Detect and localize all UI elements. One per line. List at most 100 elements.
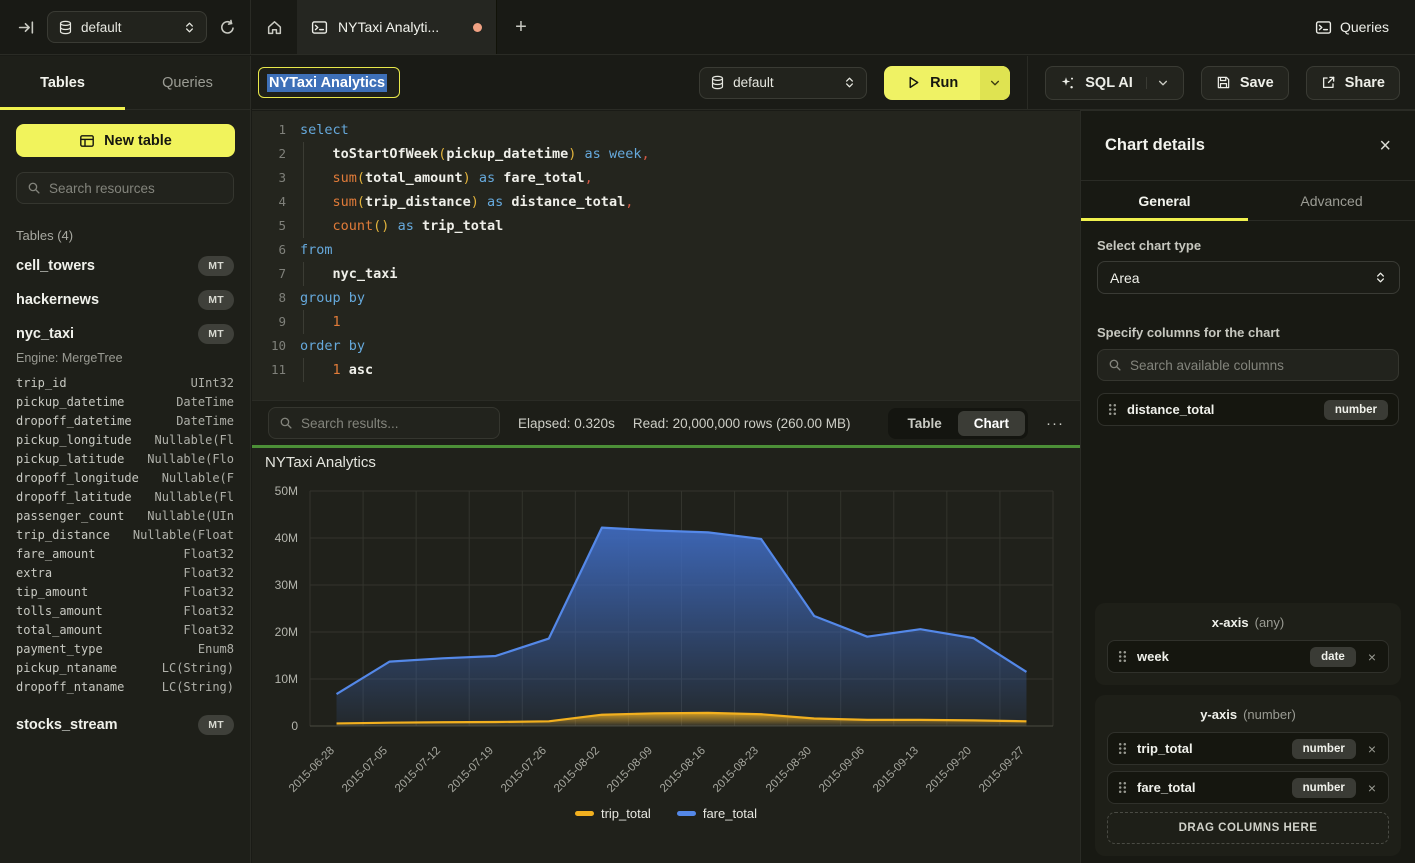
tab-nytaxi-analytics[interactable]: NYTaxi Analyti... <box>297 0 497 54</box>
queries-button[interactable]: Queries <box>1315 19 1389 36</box>
resources-search-input[interactable] <box>49 181 223 196</box>
columns-search-input[interactable] <box>1130 358 1388 373</box>
more-options-button[interactable]: ··· <box>1046 415 1064 432</box>
table-list-item[interactable]: stocks_streamMT <box>0 708 250 742</box>
drag-handle-icon[interactable] <box>1108 403 1117 416</box>
chevron-up-down-icon <box>843 76 856 89</box>
chevron-down-icon <box>989 77 1001 89</box>
legend-label: fare_total <box>703 806 757 821</box>
home-button[interactable] <box>251 0 297 54</box>
y-axis-card: y-axis(number) trip_totalnumber×fare_tot… <box>1095 695 1401 856</box>
line-number: 2 <box>252 142 286 166</box>
remove-column-button[interactable]: × <box>1366 780 1378 796</box>
results-search-input[interactable] <box>301 416 489 431</box>
table-column-row: pickup_longitudeNullable(Fl <box>0 430 250 449</box>
columns-label: Specify columns for the chart <box>1097 325 1399 340</box>
database-selector[interactable]: default <box>47 11 207 43</box>
save-icon <box>1216 75 1231 90</box>
sidebar-tab-tables[interactable]: Tables <box>0 56 125 109</box>
column-chip-week[interactable]: weekdate× <box>1107 640 1389 673</box>
line-number: 8 <box>252 286 286 310</box>
column-type: DateTime <box>176 414 234 428</box>
query-title-input[interactable]: NYTaxi Analytics <box>258 67 400 98</box>
code-text: order by <box>300 334 365 358</box>
remove-column-button[interactable]: × <box>1366 741 1378 757</box>
table-list-item[interactable]: cell_towersMT <box>0 249 250 283</box>
column-type-badge: number <box>1292 739 1356 759</box>
chevron-up-down-icon <box>183 21 196 34</box>
run-database-selector[interactable]: default <box>699 67 867 99</box>
sql-ai-caret[interactable] <box>1146 77 1169 89</box>
legend-swatch <box>575 811 594 816</box>
column-chip-trip_total[interactable]: trip_total number × <box>1107 732 1389 765</box>
panel-header: Chart details × <box>1081 111 1415 181</box>
save-button[interactable]: Save <box>1201 66 1289 100</box>
remove-column-button[interactable]: × <box>1366 649 1378 665</box>
x-tick-label: 2015-09-27 <box>977 745 1027 795</box>
legend-item-trip_total[interactable]: trip_total <box>575 806 651 821</box>
new-table-button[interactable]: New table <box>16 124 235 157</box>
table-list-item[interactable]: hackernewsMT <box>0 283 250 317</box>
column-chip-distance_total[interactable]: distance_totalnumber <box>1097 393 1399 426</box>
sql-ai-button[interactable]: SQL AI <box>1045 66 1184 100</box>
tab-strip: NYTaxi Analyti... + <box>251 0 1255 54</box>
table-column-row: extraFloat32 <box>0 563 250 582</box>
sidebar-tabs: Tables Queries <box>0 56 250 110</box>
run-button-main[interactable]: Run <box>884 66 980 100</box>
sidebar-tab-queries[interactable]: Queries <box>125 56 250 109</box>
engine-badge: MT <box>198 324 234 344</box>
column-type: Float32 <box>183 604 234 618</box>
chart-type-select[interactable]: Area <box>1097 261 1400 294</box>
drag-columns-drop-target[interactable]: DRAG COLUMNS HERE <box>1107 812 1389 844</box>
y-tick-label: 0 <box>254 719 298 733</box>
sql-editor[interactable]: 1select2 toStartOfWeek(pickup_datetime) … <box>252 111 1080 400</box>
panel-tab-general[interactable]: General <box>1081 181 1248 220</box>
column-name: trip_distance <box>16 528 110 542</box>
engine-badge: MT <box>198 256 234 276</box>
topbar-left: default <box>0 0 251 54</box>
drag-handle-icon[interactable] <box>1118 650 1127 663</box>
line-number: 3 <box>252 166 286 190</box>
column-type: Nullable(F <box>162 471 234 485</box>
panel-title: Chart details <box>1105 136 1205 155</box>
run-button[interactable]: Run <box>884 66 1010 100</box>
main-content: 1select2 toStartOfWeek(pickup_datetime) … <box>252 111 1080 863</box>
close-panel-button[interactable]: × <box>1379 136 1391 156</box>
column-name: dropoff_longitude <box>16 471 139 485</box>
sql-ai-label: SQL AI <box>1085 75 1133 91</box>
refresh-button[interactable] <box>219 19 236 36</box>
drag-handle-icon[interactable] <box>1118 781 1127 794</box>
legend-item-fare_total[interactable]: fare_total <box>677 806 757 821</box>
view-toggle-table[interactable]: Table <box>891 411 957 436</box>
line-number: 9 <box>252 310 286 334</box>
sidebar: Tables Queries New table Tables (4) cell… <box>0 56 251 863</box>
home-icon <box>266 19 283 36</box>
view-toggle: Table Chart <box>888 408 1028 439</box>
database-selector-value: default <box>81 20 175 35</box>
new-tab-button[interactable]: + <box>497 0 545 54</box>
run-options-caret[interactable] <box>980 66 1010 100</box>
column-chip-name: trip_total <box>1137 741 1282 756</box>
sidebar-collapse-button[interactable] <box>18 19 35 36</box>
columns-search <box>1097 349 1399 381</box>
column-chip-fare_total[interactable]: fare_totalnumber× <box>1107 771 1389 804</box>
run-button-label: Run <box>930 75 958 91</box>
tables-list: cell_towersMThackernewsMTnyc_taxiMTEngin… <box>0 249 250 742</box>
table-column-row: tolls_amountFloat32 <box>0 601 250 620</box>
close-icon: × <box>1379 135 1391 157</box>
x-tick-label: 2015-08-16 <box>658 745 708 795</box>
column-name: tip_amount <box>16 585 88 599</box>
line-number: 7 <box>252 262 286 286</box>
y-tick-label: 10M <box>254 672 298 686</box>
column-type: Nullable(UIn <box>147 509 234 523</box>
code-lines: 1select2 toStartOfWeek(pickup_datetime) … <box>252 118 1080 382</box>
view-toggle-chart[interactable]: Chart <box>958 411 1025 436</box>
drag-handle-icon[interactable] <box>1118 742 1127 755</box>
database-icon <box>710 75 725 90</box>
panel-tab-advanced[interactable]: Advanced <box>1248 181 1415 220</box>
table-list-item[interactable]: nyc_taxiMT <box>0 317 250 351</box>
read-stat: Read: 20,000,000 rows (260.00 MB) <box>633 416 851 431</box>
code-text: group by <box>300 286 365 310</box>
column-type: Nullable(Float <box>133 528 234 542</box>
share-button[interactable]: Share <box>1306 66 1400 100</box>
